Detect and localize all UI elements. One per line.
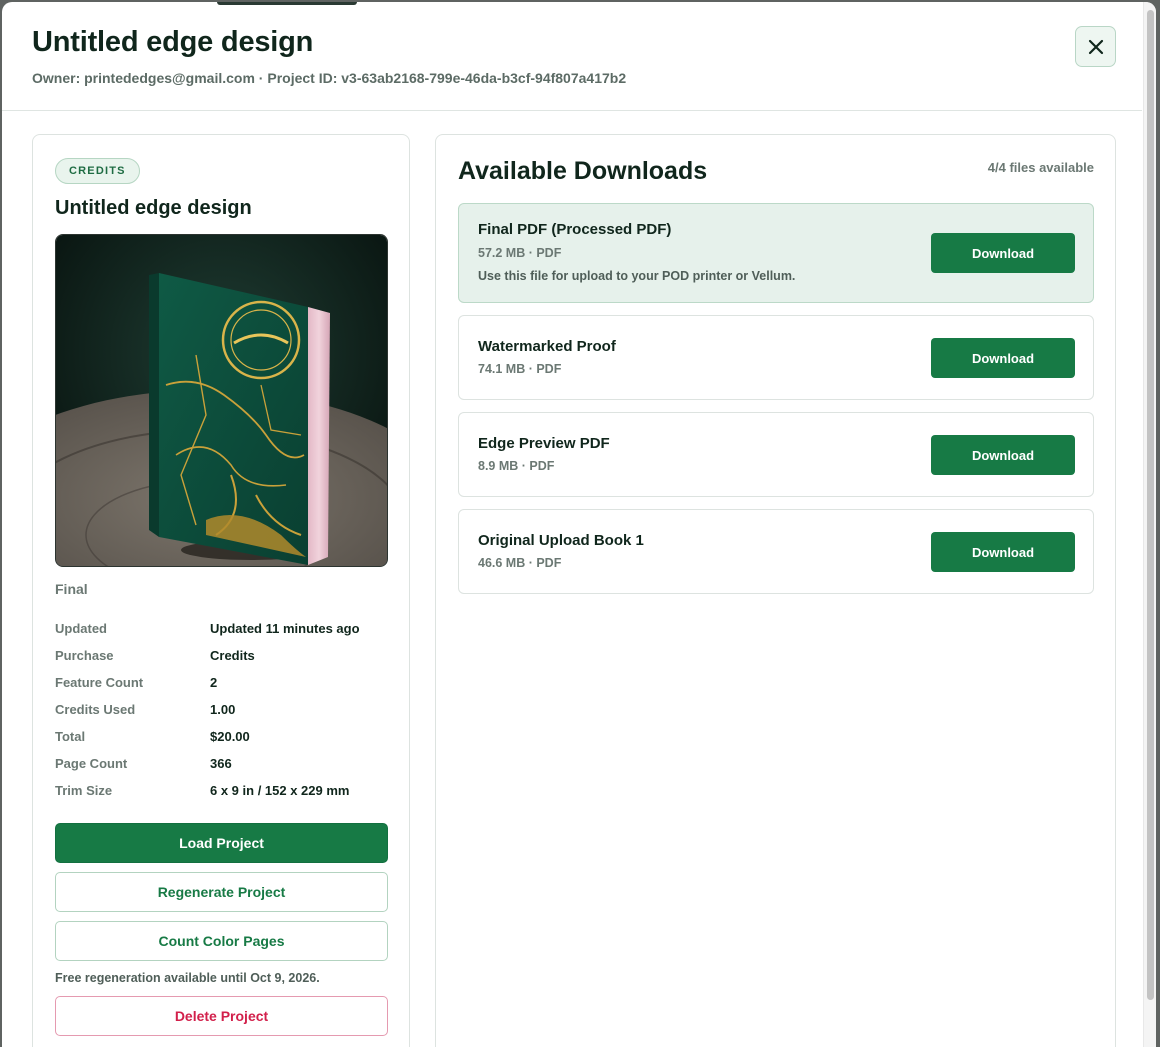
download-item-final-pdf: Final PDF (Processed PDF) 57.2 MB · PDF … [458, 203, 1094, 303]
download-item-edge-preview: Edge Preview PDF 8.9 MB · PDF Download [458, 412, 1094, 497]
book-preview-image [55, 234, 388, 567]
download-item-name: Original Upload Book 1 [478, 532, 644, 549]
download-item-note: Use this file for upload to your POD pri… [478, 269, 796, 283]
modal-scrollbar[interactable] [1143, 2, 1156, 1047]
scrollbar-thumb[interactable] [1147, 10, 1154, 1000]
project-modal: Untitled edge design Owner: printededges… [2, 2, 1156, 1047]
book-preview-illustration [56, 235, 387, 566]
detail-key: Feature Count [55, 675, 144, 690]
download-item-meta: 46.6 MB · PDF [478, 556, 562, 570]
download-button-final-pdf[interactable]: Download [931, 233, 1075, 273]
project-details-card: CREDITS Untitled edge design Final Updat… [32, 134, 410, 1047]
detail-key: Total [55, 729, 86, 744]
regeneration-note: Free regeneration available until Oct 9,… [55, 971, 320, 985]
detail-value: Updated 11 minutes ago [210, 621, 360, 636]
detail-key: Page Count [55, 756, 128, 771]
project-status: Final [55, 581, 88, 597]
detail-value: 366 [210, 756, 232, 771]
download-button-original-upload[interactable]: Download [931, 532, 1075, 572]
detail-row-credits-used: Credits Used 1.00 [55, 696, 385, 723]
download-button-watermarked-proof[interactable]: Download [931, 338, 1075, 378]
detail-key: Updated [55, 621, 107, 636]
detail-row-feature-count: Feature Count 2 [55, 669, 385, 696]
detail-row-updated: Updated Updated 11 minutes ago [55, 615, 385, 642]
detail-key: Trim Size [55, 783, 113, 798]
detail-row-page-count: Page Count 366 [55, 750, 385, 777]
detail-value: 6 x 9 in / 152 x 229 mm [210, 783, 350, 798]
download-item-name: Final PDF (Processed PDF) [478, 221, 672, 238]
detail-row-total: Total $20.00 [55, 723, 385, 750]
modal-title: Untitled edge design [32, 26, 314, 58]
count-color-pages-button[interactable]: Count Color Pages [55, 921, 388, 961]
detail-value: Credits [210, 648, 255, 663]
download-button-edge-preview[interactable]: Download [931, 435, 1075, 475]
files-available-count: 4/4 files available [987, 160, 1094, 175]
detail-row-purchase: Purchase Credits [55, 642, 385, 669]
downloads-title: Available Downloads [458, 157, 708, 185]
detail-row-trim-size: Trim Size 6 x 9 in / 152 x 229 mm [55, 777, 385, 804]
download-item-name: Watermarked Proof [478, 338, 616, 355]
downloads-card: Available Downloads 4/4 files available … [435, 134, 1116, 1047]
project-title: Untitled edge design [55, 197, 252, 219]
close-icon [1088, 39, 1103, 54]
download-item-name: Edge Preview PDF [478, 435, 610, 452]
load-project-button[interactable]: Load Project [55, 823, 388, 863]
delete-project-button[interactable]: Delete Project [55, 996, 388, 1036]
project-owner-id: Owner: printededges@gmail.com · Project … [32, 70, 627, 86]
detail-value: 1.00 [210, 702, 236, 717]
close-button[interactable] [1075, 26, 1116, 67]
detail-value: $20.00 [210, 729, 250, 744]
purchase-badge: CREDITS [55, 158, 140, 184]
project-details-list: Updated Updated 11 minutes ago Purchase … [55, 615, 385, 804]
regenerate-project-button[interactable]: Regenerate Project [55, 872, 388, 912]
modal-header: Untitled edge design Owner: printededges… [2, 2, 1142, 111]
download-item-meta: 57.2 MB · PDF [478, 246, 562, 260]
detail-key: Credits Used [55, 702, 136, 717]
download-item-original-upload: Original Upload Book 1 46.6 MB · PDF Dow… [458, 509, 1094, 594]
download-item-watermarked-proof: Watermarked Proof 74.1 MB · PDF Download [458, 315, 1094, 400]
detail-key: Purchase [55, 648, 114, 663]
detail-value: 2 [210, 675, 218, 690]
download-item-meta: 74.1 MB · PDF [478, 362, 562, 376]
download-item-meta: 8.9 MB · PDF [478, 459, 555, 473]
